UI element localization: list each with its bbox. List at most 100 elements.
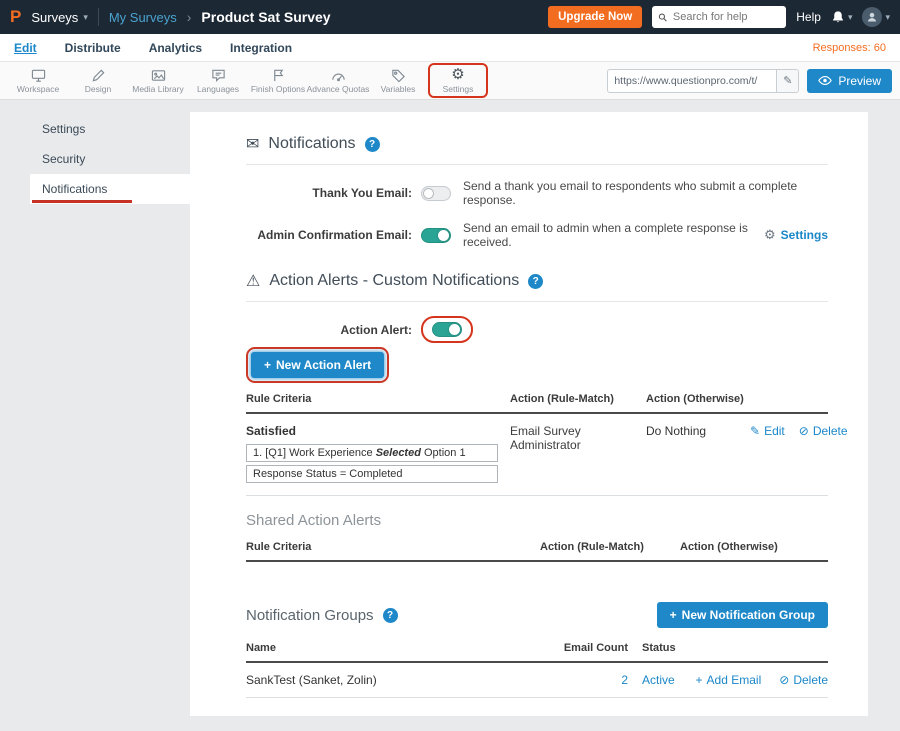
thank-you-email-label: Thank You Email: <box>246 186 412 200</box>
tab-distribute[interactable]: Distribute <box>65 41 121 55</box>
surveys-label: Surveys <box>31 10 78 25</box>
breadcrumb-my-surveys[interactable]: My Surveys <box>109 10 177 25</box>
advance-quotas-icon <box>331 67 346 83</box>
delete-alert-link[interactable]: ⊘Delete <box>799 424 848 438</box>
action-alerts-section-title: ⚠ Action Alerts - Custom Notifications ? <box>246 271 828 291</box>
toolbar-right: ✎ Preview <box>607 69 892 93</box>
delete-group-link[interactable]: ⊘Delete <box>779 673 828 687</box>
section-title-text: Notifications <box>268 135 355 153</box>
admin-confirmation-label: Admin Confirmation Email: <box>246 228 412 242</box>
notification-groups-title: Notification Groups ? <box>246 607 398 624</box>
new-notification-group-button[interactable]: + New Notification Group <box>657 602 828 628</box>
tab-edit[interactable]: Edit <box>14 41 37 55</box>
toggle-knob <box>449 324 460 335</box>
col-rule-criteria: Rule Criteria <box>246 393 510 405</box>
thank-you-email-toggle[interactable] <box>421 186 451 201</box>
plus-icon: + <box>670 608 677 622</box>
shared-action-alerts-title: Shared Action Alerts <box>246 512 828 529</box>
rule-match-cell: Email Survey Administrator <box>510 424 646 452</box>
criteria-item: Response Status = Completed <box>246 465 498 483</box>
toolbar-item-languages[interactable]: Languages <box>188 65 248 96</box>
help-search-input[interactable] <box>673 11 780 23</box>
col-name: Name <box>246 642 556 654</box>
chevron-right-icon: › <box>187 9 192 25</box>
gear-icon: ⚙ <box>764 227 776 243</box>
workspace-icon <box>31 67 46 83</box>
tab-integration[interactable]: Integration <box>230 41 292 55</box>
user-menu[interactable]: ▾ <box>862 7 890 27</box>
rule-name: Satisfied <box>246 424 510 438</box>
admin-confirmation-row: Admin Confirmation Email: Send an email … <box>246 221 828 249</box>
breadcrumb-survey-title: Product Sat Survey <box>201 9 330 25</box>
status-badge[interactable]: Active <box>628 673 696 687</box>
thank-you-email-desc: Send a thank you email to respondents wh… <box>463 179 828 207</box>
action-alerts-table: Rule Criteria Action (Rule-Match) Action… <box>246 393 828 496</box>
responses-count[interactable]: Responses: 60 <box>813 42 886 54</box>
notifications-bell[interactable]: ▾ <box>831 10 853 24</box>
toolbar-item-media-library[interactable]: Media Library <box>128 65 188 96</box>
group-name: SankTest (Sanket, Zolin) <box>246 673 556 687</box>
survey-url-box: ✎ <box>607 69 799 93</box>
toolbar-item-workspace[interactable]: Workspace <box>8 65 68 96</box>
col-action-rule-match: Action (Rule-Match) <box>510 393 646 405</box>
upgrade-now-button[interactable]: Upgrade Now <box>548 6 642 28</box>
toolbar-item-finish-options[interactable]: Finish Options <box>248 65 308 96</box>
sidebar-item-security[interactable]: Security <box>30 144 190 174</box>
toggle-knob <box>423 188 434 199</box>
avatar <box>862 7 882 27</box>
help-link[interactable]: Help <box>796 10 821 24</box>
topbar: P Surveys ▾ My Surveys › Product Sat Sur… <box>0 0 900 34</box>
col-rule-criteria: Rule Criteria <box>246 541 540 553</box>
annotation-ring: + New Action Alert <box>246 347 389 383</box>
add-email-link[interactable]: +Add Email <box>696 673 762 687</box>
criteria-item: 1. [Q1] Work Experience Selected Option … <box>246 444 498 462</box>
edit-url-button[interactable]: ✎ <box>776 70 798 92</box>
toolbar-item-variables[interactable]: Variables <box>368 65 428 96</box>
divider <box>246 301 828 302</box>
toolbar-item-advance-quotas[interactable]: Advance Quotas <box>308 65 368 96</box>
survey-url-input[interactable] <box>608 75 776 87</box>
survey-nav: Edit Distribute Analytics Integration Re… <box>0 34 900 62</box>
surveys-dropdown[interactable]: Surveys ▾ <box>31 10 88 25</box>
notification-groups-table-header: Name Email Count Status <box>246 642 828 663</box>
new-action-alert-button[interactable]: + New Action Alert <box>251 352 384 378</box>
col-email-count: Email Count <box>556 642 628 654</box>
action-alert-toggle[interactable] <box>432 322 462 337</box>
sidebar-item-settings[interactable]: Settings <box>30 114 190 144</box>
help-question-icon[interactable]: ? <box>383 608 398 623</box>
help-search[interactable] <box>652 6 786 28</box>
admin-confirmation-toggle[interactable] <box>421 228 451 243</box>
delete-icon: ⊘ <box>799 424 809 438</box>
sidebar-item-notifications[interactable]: Notifications <box>30 174 190 204</box>
notification-groups-table: Name Email Count Status SankTest (Sanket… <box>246 642 828 698</box>
preview-button[interactable]: Preview <box>807 69 892 93</box>
pencil-icon: ✎ <box>750 424 760 438</box>
help-question-icon[interactable]: ? <box>528 274 543 289</box>
row-actions: +Add Email ⊘Delete <box>696 673 828 687</box>
warning-icon: ⚠ <box>246 271 260 291</box>
toggle-knob <box>438 230 449 241</box>
email-count-link[interactable]: 2 <box>556 673 628 687</box>
tab-analytics[interactable]: Analytics <box>149 41 202 55</box>
gear-icon: ⚙ <box>451 67 464 83</box>
toolbar-item-settings[interactable]: ⚙ Settings <box>428 63 488 98</box>
help-question-icon[interactable]: ? <box>365 137 380 152</box>
toolbar-item-design[interactable]: Design <box>68 65 128 96</box>
notifications-panel: ✉ Notifications ? Thank You Email: Send … <box>190 112 868 716</box>
action-alerts-table-header: Rule Criteria Action (Rule-Match) Action… <box>246 393 828 414</box>
rule-criteria-cell: Satisfied 1. [Q1] Work Experience Select… <box>246 424 510 483</box>
table-row: Satisfied 1. [Q1] Work Experience Select… <box>246 414 828 496</box>
action-alert-toggle-row: Action Alert: <box>246 316 828 343</box>
search-icon <box>658 12 668 23</box>
caret-down-icon: ▾ <box>885 12 890 23</box>
topbar-right: Upgrade Now Help ▾ ▾ <box>548 6 890 28</box>
edit-toolbar: Workspace Design Media Library Languages… <box>0 62 900 100</box>
edit-alert-link[interactable]: ✎Edit <box>750 424 785 438</box>
table-row: SankTest (Sanket, Zolin) 2 Active +Add E… <box>246 663 828 698</box>
notification-groups-header: Notification Groups ? + New Notification… <box>246 602 828 628</box>
admin-email-settings-link[interactable]: ⚙ Settings <box>764 227 828 243</box>
bell-icon <box>831 10 845 24</box>
eye-icon <box>818 75 832 86</box>
col-action-otherwise: Action (Otherwise) <box>646 393 750 405</box>
questionpro-logo[interactable]: P <box>10 7 21 27</box>
